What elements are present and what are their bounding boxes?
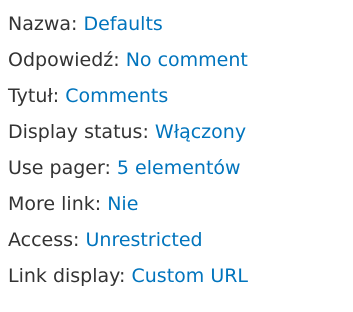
setting-label: Nazwa:: [8, 13, 78, 35]
setting-label: Odpowiedź:: [8, 49, 120, 71]
setting-row-more-link: More link: Nie: [8, 186, 353, 222]
setting-label: Display status:: [8, 121, 149, 143]
setting-label: More link:: [8, 193, 102, 215]
setting-value-link[interactable]: Nie: [107, 193, 138, 215]
setting-row-reply: Odpowiedź: No comment: [8, 42, 353, 78]
setting-row-display-status: Display status: Włączony: [8, 114, 353, 150]
setting-row-link-display: Link display: Custom URL: [8, 258, 353, 294]
setting-value-link[interactable]: Włączony: [155, 121, 246, 143]
setting-row-title: Tytuł: Comments: [8, 78, 353, 114]
setting-label: Tytuł:: [8, 85, 60, 107]
setting-label: Link display:: [8, 265, 126, 287]
display-settings-list: Nazwa: Defaults Odpowiedź: No comment Ty…: [0, 0, 353, 294]
setting-value-link[interactable]: 5 elementów: [117, 157, 241, 179]
setting-row-use-pager: Use pager: 5 elementów: [8, 150, 353, 186]
setting-label: Access:: [8, 229, 80, 251]
setting-row-access: Access: Unrestricted: [8, 222, 353, 258]
setting-value-link[interactable]: Custom URL: [131, 265, 248, 287]
setting-label: Use pager:: [8, 157, 111, 179]
setting-value-link[interactable]: Defaults: [83, 13, 162, 35]
setting-row-name: Nazwa: Defaults: [8, 6, 353, 42]
setting-value-link[interactable]: Unrestricted: [86, 229, 203, 251]
setting-value-link[interactable]: No comment: [126, 49, 248, 71]
setting-value-link[interactable]: Comments: [65, 85, 168, 107]
